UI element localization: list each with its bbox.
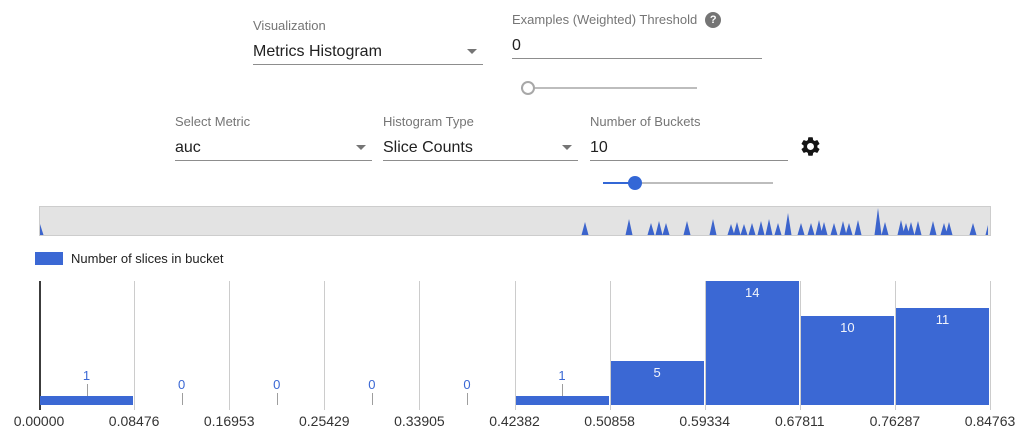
gridline	[229, 281, 230, 410]
histogram-type-dropdown[interactable]: Slice Counts	[383, 137, 578, 161]
x-tick-label: 0.25429	[289, 413, 359, 429]
num-buckets-label: Number of Buckets	[590, 114, 788, 130]
bar-value-label: 0	[350, 377, 394, 392]
visualization-dropdown[interactable]: Metrics Histogram	[253, 41, 483, 65]
annotation-stem	[562, 384, 563, 396]
legend-label: Number of slices in bucket	[71, 251, 223, 266]
x-tick-label: 0.76287	[860, 413, 930, 429]
select-metric-dropdown[interactable]: auc	[175, 137, 372, 161]
select-metric-value: auc	[175, 139, 201, 156]
bar-value-label: 10	[825, 320, 869, 335]
threshold-value: 0	[512, 37, 521, 54]
bar-value-label: 0	[445, 377, 489, 392]
annotation-stem	[467, 393, 468, 405]
threshold-slider-thumb[interactable]	[521, 81, 535, 95]
visualization-field: Visualization Metrics Histogram	[253, 18, 483, 65]
density-spikes	[40, 207, 988, 235]
y-axis-line	[39, 281, 41, 410]
num-buckets-input[interactable]: 10	[590, 137, 788, 161]
threshold-label: Examples (Weighted) Threshold	[512, 12, 697, 28]
threshold-slider[interactable]	[521, 81, 697, 95]
visualization-value: Metrics Histogram	[253, 43, 382, 60]
threshold-slider-track[interactable]	[521, 87, 697, 89]
tfma-metrics-histogram-view: Visualization Metrics Histogram Examples…	[0, 0, 1024, 432]
x-tick-label: 0.33905	[384, 413, 454, 429]
bar-value-label: 1	[65, 368, 109, 383]
gridline	[515, 281, 516, 410]
x-tick-label: 0.00000	[4, 413, 74, 429]
x-tick-label: 0.16953	[194, 413, 264, 429]
settings-gear-icon[interactable]	[799, 135, 822, 158]
chevron-down-icon	[467, 49, 477, 54]
annotation-stem	[182, 393, 183, 405]
x-tick-label: 0.67811	[765, 413, 835, 429]
legend-swatch	[35, 252, 63, 265]
num-buckets-value: 10	[590, 139, 608, 156]
chevron-down-icon	[562, 145, 572, 150]
histogram-type-field: Histogram Type Slice Counts	[383, 114, 578, 161]
threshold-input[interactable]: 0	[512, 35, 762, 59]
annotation-stem	[372, 393, 373, 405]
buckets-slider-thumb[interactable]	[628, 176, 642, 190]
annotation-stem	[87, 384, 88, 396]
x-tick-label: 0.08476	[99, 413, 169, 429]
slice-counts-histogram: 0.00000 0.08476 0.16953 0.25429 0.33905 0.423…	[0, 281, 1024, 432]
histogram-type-value: Slice Counts	[383, 139, 473, 156]
buckets-slider[interactable]	[603, 176, 773, 190]
x-tick-label: 0.50858	[575, 413, 645, 429]
histogram-bar[interactable]	[40, 396, 133, 405]
bar-value-label: 11	[920, 312, 964, 327]
gridline	[990, 281, 991, 410]
annotation-stem	[277, 393, 278, 405]
bar-value-label: 14	[730, 285, 774, 300]
histogram-bar[interactable]	[516, 396, 609, 405]
visualization-label: Visualization	[253, 18, 483, 34]
x-tick-label: 0.42382	[480, 413, 550, 429]
gridline	[134, 281, 135, 410]
num-buckets-field: Number of Buckets 10	[590, 114, 788, 161]
gridline	[324, 281, 325, 410]
chart-legend: Number of slices in bucket	[35, 251, 223, 266]
x-tick-label: 0.59334	[670, 413, 740, 429]
x-tick-label: 0.84763	[955, 413, 1024, 429]
metric-overview-strip[interactable]	[39, 206, 991, 236]
histogram-type-label: Histogram Type	[383, 114, 578, 130]
bar-value-label: 1	[540, 368, 584, 383]
chevron-down-icon	[356, 145, 366, 150]
help-icon[interactable]: ?	[705, 12, 721, 28]
threshold-field: Examples (Weighted) Threshold ? 0	[512, 12, 762, 59]
bar-value-label: 0	[255, 377, 299, 392]
gridline	[419, 281, 420, 410]
bar-value-label: 0	[160, 377, 204, 392]
select-metric-label: Select Metric	[175, 114, 372, 130]
bar-value-label: 5	[635, 365, 679, 380]
select-metric-field: Select Metric auc	[175, 114, 372, 161]
